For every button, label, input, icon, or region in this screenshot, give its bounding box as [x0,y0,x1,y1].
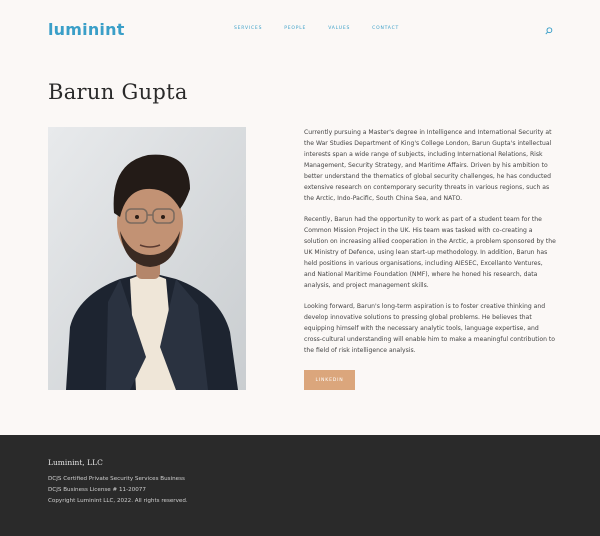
nav-contact[interactable]: CONTACT [372,26,399,31]
site-header: luminint SERVICES PEOPLE VALUES CONTACT [0,0,600,60]
site-footer: Luminint, LLC DCJS Certified Private Sec… [0,435,600,536]
bio-paragraph-3: Looking forward, Barun's long-term aspir… [304,303,556,354]
bio-paragraph-2: Recently, Barun had the opportunity to w… [304,216,556,289]
footer-line-certification: DCJS Certified Private Security Services… [48,476,185,482]
linkedin-button[interactable]: LINKEDIN [304,370,355,390]
profile-photo [48,127,246,390]
bio-paragraph-1: Currently pursuing a Master's degree in … [304,129,552,202]
search-icon[interactable] [545,27,553,35]
footer-line-license: DCJS Business License # 11-20077 [48,487,146,493]
bio-text: Currently pursuing a Master's degree in … [304,127,556,366]
footer-line-copyright: Copyright Luminint LLC, 2022. All rights… [48,498,188,504]
main-nav: SERVICES PEOPLE VALUES CONTACT [234,26,399,31]
nav-people[interactable]: PEOPLE [284,26,306,31]
footer-title: Luminint, LLC [48,458,103,467]
site-logo[interactable]: luminint [48,20,125,39]
nav-values[interactable]: VALUES [328,26,350,31]
page-title: Barun Gupta [48,80,188,104]
nav-services[interactable]: SERVICES [234,26,262,31]
